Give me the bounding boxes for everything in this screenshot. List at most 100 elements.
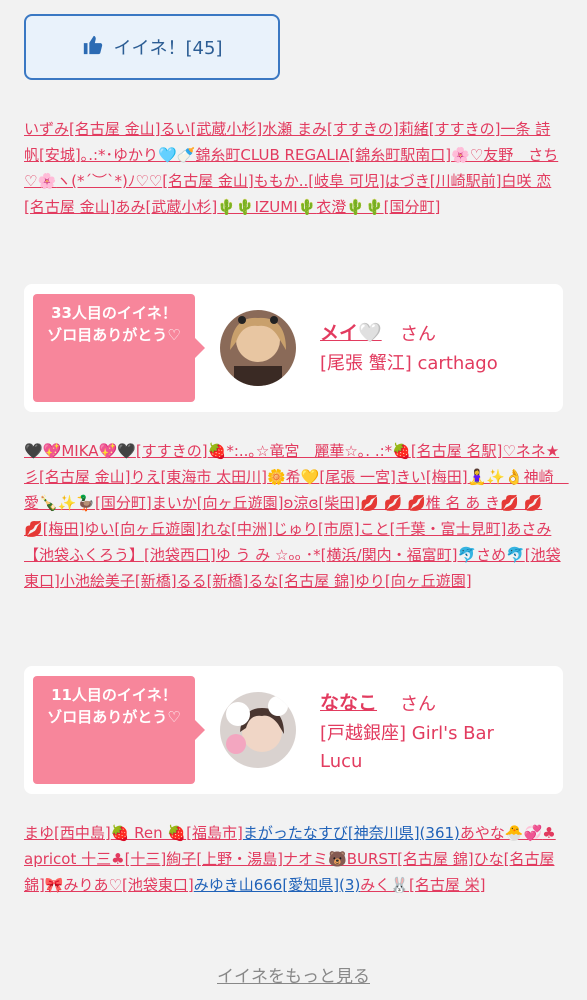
liker-name-link[interactable]: ゆい: [84, 520, 114, 538]
liker-name-link[interactable]: れな: [201, 520, 231, 538]
liker-name-link[interactable]: はづき: [385, 172, 430, 190]
liker-name-link[interactable]: 錦糸町CLUB REGALIA: [195, 146, 349, 164]
store-area-link[interactable]: [国分町]: [95, 494, 152, 512]
liker-name-link[interactable]: 🎀みりあ♡: [45, 876, 122, 894]
avatar[interactable]: [220, 692, 296, 768]
store-area-link[interactable]: [武蔵小杉]: [191, 120, 263, 138]
liker-name-link[interactable]: いずみ: [24, 120, 69, 138]
store-area-link[interactable]: [名古屋 錦]: [397, 850, 473, 868]
like-button-label: イイネ！[45]: [113, 38, 223, 59]
liker-name-link[interactable]: ヽ(*´︶`*)ﾉ♡♡: [56, 172, 162, 190]
store-area-link[interactable]: [すすきの]: [327, 120, 399, 138]
store-link[interactable]: [戸越銀座] Girl's Bar: [320, 720, 494, 748]
liker-name-link[interactable]: 🍓*:..｡☆竜宮 麗華☆｡. .:*🍓: [208, 442, 411, 460]
store-area-link[interactable]: [向ヶ丘遊園]: [114, 520, 201, 538]
store-area-link[interactable]: [すすきの]: [429, 120, 501, 138]
store-area-link[interactable]: [武蔵小杉]: [146, 198, 218, 216]
person-name[interactable]: ななこ: [320, 688, 377, 715]
liker-list-2: 🖤💖MIKA💖🖤[すすきの]🍓*:..｡☆竜宮 麗華☆｡. .:*🍓[名古屋 名…: [24, 438, 569, 594]
liker-name-link[interactable]: 衣澄🌵🌵: [316, 198, 383, 216]
store-area-link[interactable]: [神奈川県](361): [348, 824, 460, 842]
liker-name-link[interactable]: まいか: [152, 494, 197, 512]
store-area-link[interactable]: [福島市]: [186, 824, 243, 842]
store-area-link[interactable]: [名古屋 金山]: [24, 198, 115, 216]
store-area-link[interactable]: [市原]: [318, 520, 360, 538]
store-area-link[interactable]: [池袋西口]: [144, 546, 216, 564]
liker-name-link[interactable]: 白咲 恋: [501, 172, 551, 190]
store-area-link[interactable]: [東海市 太田川]: [161, 468, 267, 486]
like-button[interactable]: イイネ！[45]: [24, 14, 280, 80]
liker-name-link[interactable]: 莉緒: [399, 120, 429, 138]
store-area-link[interactable]: [名古屋 栄]: [409, 876, 485, 894]
store-area-link[interactable]: [新橋]: [207, 572, 249, 590]
store-area-link[interactable]: [十三]: [125, 850, 167, 868]
liker-name-link[interactable]: 🖤💖MIKA💖🖤: [24, 442, 136, 460]
liker-name-link[interactable]: ひな: [474, 850, 504, 868]
liker-name-link[interactable]: ゆり: [355, 572, 385, 590]
store-area-link[interactable]: [向ヶ丘遊園]: [197, 494, 284, 512]
store-area-link[interactable]: [名古屋 金山]: [39, 468, 130, 486]
store-area-link[interactable]: [名古屋 錦]: [278, 572, 354, 590]
store-link-cont[interactable]: Lucu: [320, 748, 362, 776]
store-area-link[interactable]: [名古屋 金山]: [69, 120, 160, 138]
liker-name-link[interactable]: みゆき山666: [194, 876, 283, 894]
liker-name-link[interactable]: りえ: [131, 468, 161, 486]
liker-name-link[interactable]: じゅり: [273, 520, 318, 538]
milestone-badge: 11人目のイイネ！ ゾロ目ありがとう♡: [33, 676, 205, 784]
store-area-link[interactable]: [中洲]: [231, 520, 273, 538]
store-area-link[interactable]: [梅田]: [426, 468, 468, 486]
liker-name-link[interactable]: 水瀬 まみ: [262, 120, 327, 138]
store-area-link[interactable]: [川崎駅前]: [430, 172, 502, 190]
store-area-link[interactable]: [池袋東口]: [122, 876, 194, 894]
person-name[interactable]: メイ🤍: [320, 318, 382, 345]
store-area-link[interactable]: [すすきの]: [136, 442, 208, 460]
liker-name-link[interactable]: まゆ: [24, 824, 54, 842]
liker-list-3: まゆ[西中島]🍓 Ren 🍓[福島市]まがったなすび[神奈川県](361)あやな…: [24, 820, 564, 898]
liker-name-link[interactable]: ʚ涼ɞ: [283, 494, 318, 512]
liker-name-link[interactable]: ゆ う み ☆ₒₒ ･*: [216, 546, 321, 564]
avatar[interactable]: [220, 310, 296, 386]
badge-text: 11人目のイイネ！ ゾロ目ありがとう♡: [47, 686, 181, 726]
more-likes-link[interactable]: イイネをもっと見る: [0, 962, 587, 987]
liker-name-link[interactable]: こと: [360, 520, 390, 538]
liker-name-link[interactable]: あやな🐣💞: [460, 824, 542, 842]
store-area-link[interactable]: [錦糸町駅南口]: [349, 146, 451, 164]
store-link[interactable]: [尾張 蟹江] carthago: [320, 350, 498, 378]
liker-name-link[interactable]: るる: [177, 572, 207, 590]
liker-name-link[interactable]: あみ: [115, 198, 145, 216]
store-area-link[interactable]: [柴田]: [318, 494, 360, 512]
milestone-card-33: 33人目のイイネ！ ゾロ目ありがとう♡ メイ🤍 さん [尾張 蟹江] carth…: [24, 284, 563, 412]
liker-name-link[interactable]: 🌵🌵IZUMI🌵: [217, 198, 316, 216]
store-area-link[interactable]: [名古屋 金山]: [162, 172, 253, 190]
honorific: さん: [400, 694, 436, 715]
store-area-link[interactable]: [横浜/関内・福富町]: [321, 546, 458, 564]
liker-name-link[interactable]: るい: [161, 120, 191, 138]
liker-name-link[interactable]: ももか..: [254, 172, 309, 190]
liker-name-link[interactable]: 🍓 Ren 🍓: [111, 824, 186, 842]
store-area-link[interactable]: [国分町]: [384, 198, 441, 216]
milestone-card-11: 11人目のイイネ！ ゾロ目ありがとう♡ ななこ さん [戸越銀座] Girl's…: [24, 666, 563, 794]
store-area-link[interactable]: [向ヶ丘遊園]: [385, 572, 472, 590]
liker-name-link[interactable]: るな: [248, 572, 278, 590]
liker-name-link[interactable]: 小池絵美子: [60, 572, 135, 590]
store-area-link[interactable]: [上野・湯島]: [196, 850, 283, 868]
liker-name-link[interactable]: 🐬さめ🐬: [457, 546, 524, 564]
liker-name-link[interactable]: きい: [396, 468, 426, 486]
store-area-link[interactable]: [安城]: [39, 146, 81, 164]
liker-name-link[interactable]: 絢子: [166, 850, 196, 868]
store-area-link[interactable]: [名古屋 名駅]: [411, 442, 502, 460]
store-area-link[interactable]: [千葉・富士見町]: [390, 520, 507, 538]
store-area-link[interactable]: [西中島]: [54, 824, 111, 842]
store-area-link[interactable]: [岐阜 可児]: [308, 172, 384, 190]
liker-name-link[interactable]: まがったなすび: [243, 824, 348, 842]
liker-name-link[interactable]: みく🐰: [360, 876, 409, 894]
thumbs-up-icon: [82, 34, 104, 61]
store-area-link[interactable]: [新橋]: [135, 572, 177, 590]
liker-name-link[interactable]: 🌼希💛: [267, 468, 319, 486]
badge-text: 33人目のイイネ！ ゾロ目ありがとう♡: [47, 304, 181, 344]
liker-name-link[interactable]: ナオミ🐻BURST: [283, 850, 397, 868]
store-area-link[interactable]: [尾張 一宮]: [319, 468, 395, 486]
liker-name-link[interactable]: ｡.:*･ゆかり🩵🍼: [81, 146, 196, 164]
store-area-link[interactable]: [梅田]: [43, 520, 85, 538]
store-area-link[interactable]: [愛知県](3): [282, 876, 360, 894]
